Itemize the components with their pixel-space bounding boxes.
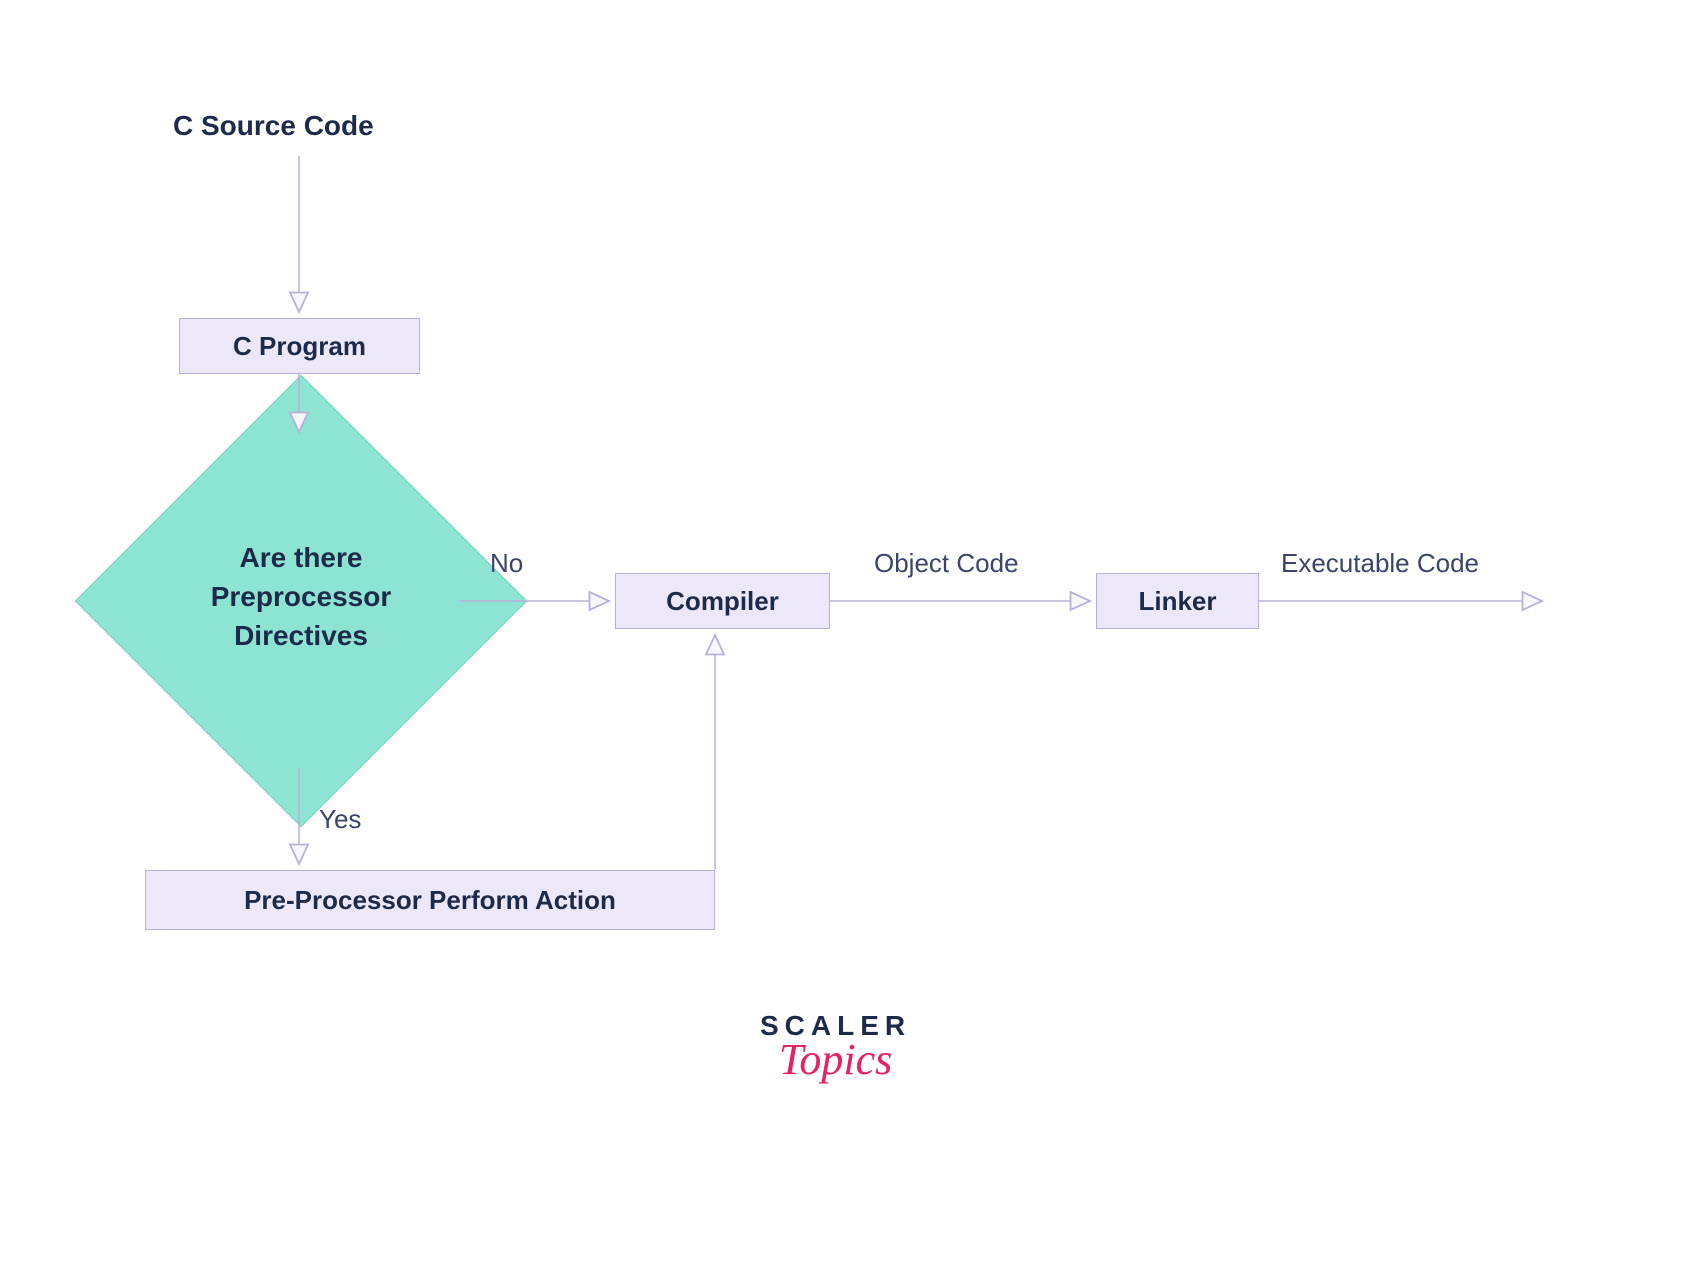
node-linker-label: Linker bbox=[1138, 586, 1216, 617]
node-linker: Linker bbox=[1096, 573, 1259, 629]
scaler-topics-logo: SCALER Topics bbox=[760, 1010, 911, 1085]
source-code-title: C Source Code bbox=[173, 110, 374, 142]
edge-label-no: No bbox=[490, 548, 523, 579]
node-c-program: C Program bbox=[179, 318, 420, 374]
node-preprocessor: Pre-Processor Perform Action bbox=[145, 870, 715, 930]
node-c-program-label: C Program bbox=[233, 331, 366, 362]
edge-label-executable-code: Executable Code bbox=[1281, 548, 1479, 579]
logo-topics-text: Topics bbox=[760, 1034, 911, 1085]
edge-label-yes: Yes bbox=[319, 804, 361, 835]
node-compiler: Compiler bbox=[615, 573, 830, 629]
node-compiler-label: Compiler bbox=[666, 586, 779, 617]
edge-label-object-code: Object Code bbox=[874, 548, 1019, 579]
node-preprocessor-label: Pre-Processor Perform Action bbox=[244, 885, 616, 916]
node-decision-label: Are there Preprocessor Directives bbox=[170, 538, 432, 656]
flowchart-diagram: C Source Code C Program Are there Prepro… bbox=[0, 0, 1701, 1273]
